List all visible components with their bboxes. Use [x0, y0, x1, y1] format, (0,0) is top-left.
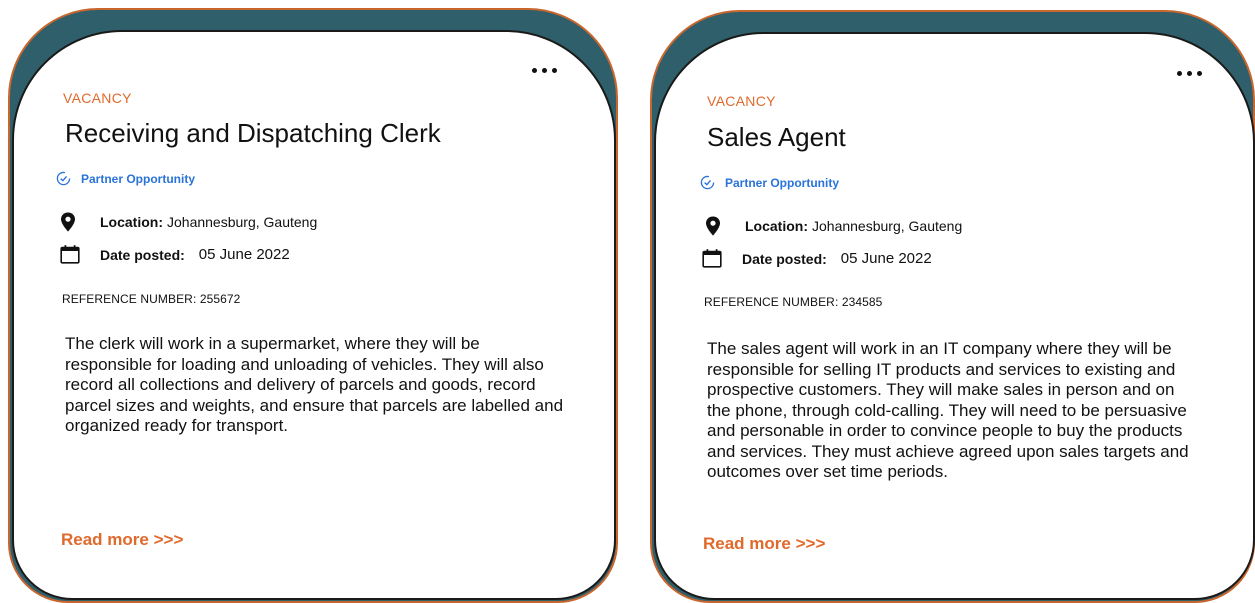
date-row: Date posted: 05 June 2022: [702, 249, 932, 268]
vacancy-label: VACANCY: [707, 93, 776, 109]
location-pin-icon: [60, 212, 82, 232]
partner-badge-label: Partner Opportunity: [725, 175, 840, 190]
location-pin-icon: [705, 216, 727, 236]
calendar-icon: [702, 249, 724, 268]
read-more-link[interactable]: Read more >>>: [61, 530, 183, 550]
date-row: Date posted: 05 June 2022: [60, 245, 290, 264]
reference-number: REFERENCE NUMBER: 234585: [704, 295, 883, 309]
partner-badge: Partner Opportunity: [56, 171, 195, 186]
job-description: The sales agent will work in an IT compa…: [707, 339, 1189, 481]
card-body: VACANCY Sales Agent Partner Opportunity …: [654, 32, 1255, 600]
vacancy-card: VACANCY Receiving and Dispatching Clerk …: [8, 8, 618, 603]
location-label: Location:: [745, 218, 808, 234]
read-more-link[interactable]: Read more >>>: [703, 534, 825, 554]
location-row: Location: Johannesburg, Gauteng: [60, 212, 317, 232]
calendar-icon: [60, 245, 82, 264]
vacancy-card: VACANCY Sales Agent Partner Opportunity …: [650, 10, 1255, 603]
more-horizontal-icon[interactable]: [1177, 71, 1202, 76]
vacancy-label: VACANCY: [63, 90, 132, 106]
check-circle-icon: [56, 171, 71, 186]
location-label: Location:: [100, 214, 163, 230]
date-label: Date posted:: [742, 250, 827, 267]
date-value: 05 June 2022: [840, 250, 932, 267]
job-title: Receiving and Dispatching Clerk: [65, 118, 441, 148]
location-row: Location: Johannesburg, Gauteng: [705, 216, 962, 236]
job-description: The clerk will work in a supermarket, wh…: [65, 334, 564, 435]
location-value: Johannesburg, Gauteng: [167, 214, 318, 230]
check-circle-icon: [700, 175, 715, 190]
location-value: Johannesburg, Gauteng: [812, 218, 963, 234]
reference-number: REFERENCE NUMBER: 255672: [62, 292, 241, 306]
date-value: 05 June 2022: [198, 246, 290, 263]
partner-badge-label: Partner Opportunity: [81, 171, 196, 186]
date-label: Date posted:: [100, 246, 185, 263]
partner-badge: Partner Opportunity: [700, 175, 839, 190]
card-body: VACANCY Receiving and Dispatching Clerk …: [12, 30, 616, 600]
more-horizontal-icon[interactable]: [532, 68, 557, 73]
job-title: Sales Agent: [707, 122, 846, 152]
